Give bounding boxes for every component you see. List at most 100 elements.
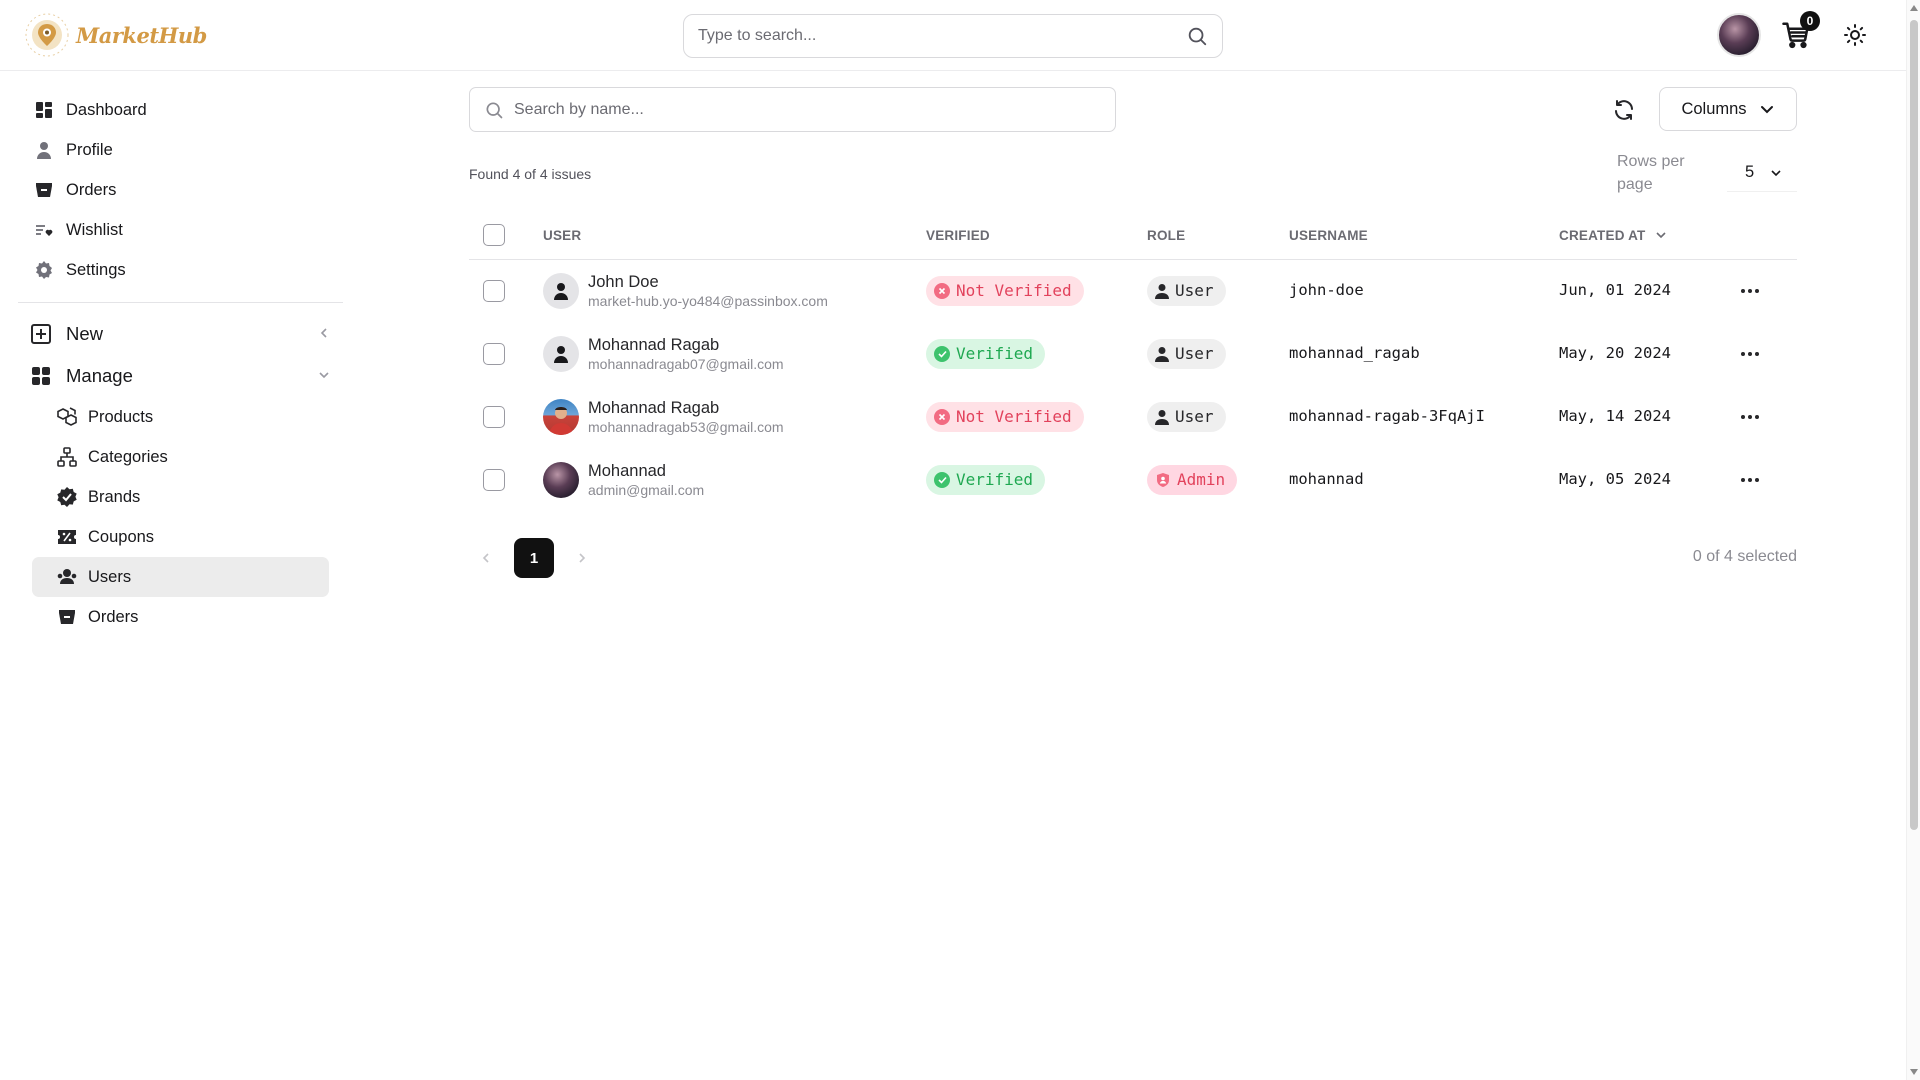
username: mohannad_ragab xyxy=(1289,344,1420,362)
gear-icon xyxy=(34,260,54,280)
column-header-created-at[interactable]: CREATED AT xyxy=(1559,228,1646,243)
scrollbar-thumb[interactable] xyxy=(1910,20,1918,830)
sidebar-item-label: Categories xyxy=(88,447,168,466)
sidebar-item-label: Users xyxy=(88,567,132,586)
status-badge: Verified xyxy=(926,464,1046,495)
sidebar-item-categories[interactable]: Categories xyxy=(32,437,329,477)
search-icon[interactable] xyxy=(1186,25,1208,47)
sidebar-group-label: Manage xyxy=(66,365,133,386)
column-header-role[interactable]: ROLE xyxy=(1147,228,1185,243)
status-label: Verified xyxy=(956,344,1034,363)
refresh-icon[interactable] xyxy=(1612,98,1636,122)
scroll-up-icon[interactable] xyxy=(1910,5,1918,11)
sidebar-item-brands[interactable]: Brands xyxy=(32,477,329,517)
status-badge: Not Verified xyxy=(926,275,1084,306)
user-name: Mohannad xyxy=(588,461,666,480)
user-icon xyxy=(1155,409,1169,425)
column-header-username[interactable]: USERNAME xyxy=(1289,228,1368,243)
shield-user-icon xyxy=(1157,472,1169,487)
user-name: Mohannad Ragab xyxy=(588,398,720,417)
sidebar-item-label: Settings xyxy=(66,260,126,279)
x-circle-icon xyxy=(934,408,950,425)
global-search[interactable] xyxy=(683,14,1223,58)
page-button-current[interactable]: 1 xyxy=(514,538,554,578)
sun-icon[interactable] xyxy=(1843,23,1867,47)
sidebar-group-new[interactable]: New xyxy=(18,313,343,355)
status-badge: Not Verified xyxy=(926,401,1084,432)
sidebar-item-dashboard[interactable]: Dashboard xyxy=(18,90,343,130)
role-label: Admin xyxy=(1177,470,1226,489)
coupon-icon xyxy=(56,526,78,548)
grid-icon xyxy=(30,365,52,387)
name-search[interactable] xyxy=(469,87,1116,132)
users-table: USER VERIFIED ROLE USERNAME CREATED AT J… xyxy=(469,212,1797,511)
column-header-user[interactable]: USER xyxy=(543,228,581,243)
sort-desc-icon[interactable] xyxy=(1655,229,1667,241)
user-avatar[interactable] xyxy=(1717,13,1761,57)
check-circle-icon xyxy=(934,471,950,488)
more-actions-icon[interactable] xyxy=(1737,278,1763,304)
avatar xyxy=(543,272,579,309)
user-icon xyxy=(1155,346,1169,362)
global-search-input[interactable] xyxy=(698,27,1186,45)
name-search-input[interactable] xyxy=(514,100,1101,119)
columns-button[interactable]: Columns xyxy=(1659,87,1797,131)
status-label: Verified xyxy=(956,470,1034,489)
sidebar-item-label: Orders xyxy=(88,607,139,626)
sidebar-item-users[interactable]: Users xyxy=(32,557,329,597)
table-row: Mohannad Ragab mohannadragab53@gmail.com… xyxy=(469,385,1797,448)
basket-icon xyxy=(56,606,78,628)
chevron-left-icon[interactable] xyxy=(480,552,492,564)
sidebar-item-label: Profile xyxy=(66,140,113,159)
sidebar-item-wishlist[interactable]: Wishlist xyxy=(18,210,343,250)
more-actions-icon[interactable] xyxy=(1737,404,1763,430)
sidebar-group-manage[interactable]: Manage xyxy=(18,355,343,397)
avatar xyxy=(543,335,579,372)
brand-logo[interactable]: MarketHub xyxy=(24,12,207,58)
sidebar-item-label: Orders xyxy=(66,180,117,199)
search-icon xyxy=(486,102,503,118)
created-at: May, 14 2024 xyxy=(1559,407,1671,425)
user-placeholder-icon xyxy=(554,282,568,300)
user-placeholder-icon xyxy=(554,345,568,363)
x-circle-icon xyxy=(934,282,950,299)
user-icon xyxy=(34,140,54,160)
more-actions-icon[interactable] xyxy=(1737,467,1763,493)
role-label: User xyxy=(1175,407,1214,426)
more-actions-icon[interactable] xyxy=(1737,341,1763,367)
column-header-verified[interactable]: VERIFIED xyxy=(926,228,990,243)
user-name: Mohannad Ragab xyxy=(588,335,720,354)
row-checkbox[interactable] xyxy=(483,279,505,302)
username: mohannad-ragab-3FqAjI xyxy=(1289,407,1485,425)
row-checkbox[interactable] xyxy=(483,342,505,365)
role-badge: User xyxy=(1147,401,1226,432)
brand-name: MarketHub xyxy=(76,22,207,48)
sidebar-divider xyxy=(18,302,343,303)
sidebar-item-settings[interactable]: Settings xyxy=(18,250,343,290)
chevron-left-icon xyxy=(320,328,327,338)
rows-per-page-select[interactable]: 5 xyxy=(1727,154,1797,192)
sidebar-item-profile[interactable]: Profile xyxy=(18,130,343,170)
table-row: Mohannad Ragab mohannadragab07@gmail.com… xyxy=(469,322,1797,385)
sidebar-group-label: New xyxy=(66,323,104,344)
role-badge: User xyxy=(1147,275,1226,306)
basket-icon xyxy=(34,180,54,200)
table-header-row: USER VERIFIED ROLE USERNAME CREATED AT xyxy=(469,212,1797,259)
user-email: admin@gmail.com xyxy=(588,481,705,498)
username: john-doe xyxy=(1289,281,1364,300)
page-scrollbar[interactable] xyxy=(1906,0,1920,1080)
row-checkbox[interactable] xyxy=(483,468,505,491)
scroll-down-icon[interactable] xyxy=(1910,1069,1918,1075)
row-checkbox[interactable] xyxy=(483,405,505,428)
results-count: Found 4 of 4 issues xyxy=(469,166,592,182)
created-at: May, 20 2024 xyxy=(1559,344,1671,362)
users-icon xyxy=(56,566,78,588)
sidebar-item-products[interactable]: Products xyxy=(32,397,329,437)
select-all-checkbox[interactable] xyxy=(483,224,505,247)
sidebar-item-coupons[interactable]: Coupons xyxy=(32,517,329,557)
user-name: John Doe xyxy=(588,272,659,291)
chevron-right-icon[interactable] xyxy=(576,552,588,564)
sidebar-item-orders[interactable]: Orders xyxy=(18,170,343,210)
status-badge: Verified xyxy=(926,338,1046,369)
sidebar-item-manage-orders[interactable]: Orders xyxy=(32,597,329,637)
